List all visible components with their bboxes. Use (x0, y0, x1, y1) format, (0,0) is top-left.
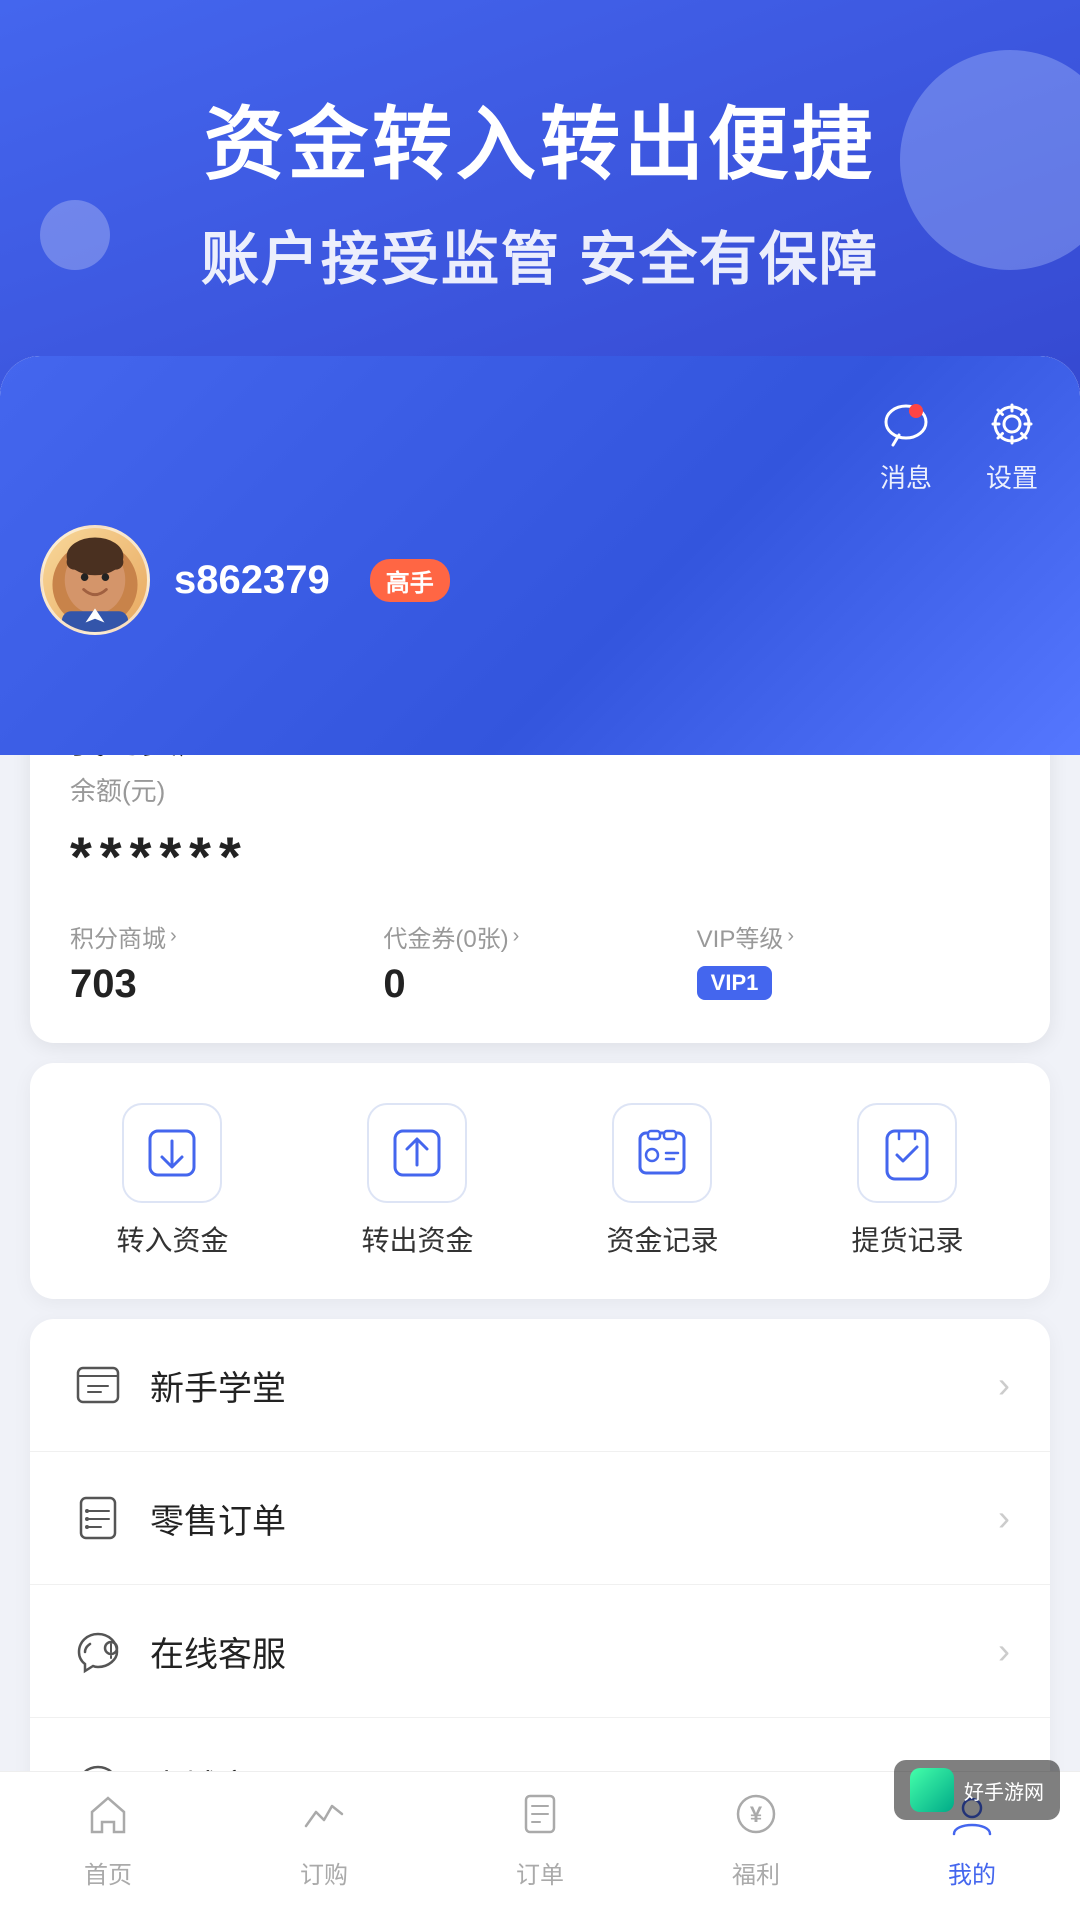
transfer-in-label: 转入资金 (116, 1219, 228, 1259)
vip-stat[interactable]: VIP等级 › VIP1 (697, 919, 1010, 1007)
nav-subscribe[interactable]: 订购 (216, 1792, 432, 1890)
profile-top-icons: 消息 设置 (40, 396, 1040, 495)
watermark: 好手游网 (894, 1760, 1060, 1820)
welfare-icon: ¥ (734, 1792, 778, 1847)
menu-item-retail-order[interactable]: 零售订单 › (30, 1452, 1050, 1585)
menu-item-beginner[interactable]: 新手学堂 › (30, 1319, 1050, 1452)
avatar (40, 525, 150, 635)
subscribe-icon (302, 1792, 346, 1847)
message-label: 消息 (880, 458, 932, 495)
settings-button[interactable]: 设置 (984, 396, 1040, 495)
settings-label: 设置 (986, 458, 1038, 495)
message-icon (878, 396, 934, 452)
nav-home[interactable]: 首页 (0, 1792, 216, 1890)
app-wrapper: 资金转入转出便捷 账户接受监管 安全有保障 消息 (0, 0, 1080, 1920)
retail-order-chevron-icon: › (998, 1497, 1010, 1539)
points-stat[interactable]: 积分商城 › 703 (70, 919, 383, 1007)
retail-order-icon (70, 1490, 126, 1546)
scroll-area[interactable]: 我的资产 余额(元) ****** 积分商城 › 703 代金券(0张) (0, 755, 1080, 1771)
watermark-icon (910, 1768, 954, 1812)
voucher-label: 代金券(0张) › (383, 919, 696, 954)
asset-stats: 积分商城 › 703 代金券(0张) › 0 V (70, 919, 1010, 1007)
voucher-stat[interactable]: 代金券(0张) › 0 (383, 919, 696, 1007)
voucher-value: 0 (383, 962, 696, 1007)
main-card: 消息 设置 (0, 356, 1080, 1920)
voucher-chevron-icon: › (513, 925, 520, 948)
beginner-chevron-icon: › (998, 1364, 1010, 1406)
vip-label: VIP等级 › (697, 919, 1010, 954)
asset-card: 我的资产 余额(元) ****** 积分商城 › 703 代金券(0张) (30, 755, 1050, 1043)
actions-grid: 转入资金 转出资金 (50, 1103, 1030, 1259)
header-area: 资金转入转出便捷 账户接受监管 安全有保障 (0, 0, 1080, 336)
nav-orders[interactable]: 订单 (432, 1792, 648, 1890)
points-value: 703 (70, 962, 383, 1007)
action-pickup-records[interactable]: 提货记录 (851, 1103, 963, 1259)
action-transfer-in[interactable]: 转入资金 (116, 1103, 228, 1259)
transfer-out-label: 转出资金 (361, 1219, 473, 1259)
orders-icon (518, 1792, 562, 1847)
points-chevron-icon: › (170, 925, 177, 948)
home-icon (86, 1792, 130, 1847)
user-badge: 高手 (370, 559, 450, 602)
nav-welfare[interactable]: ¥ 福利 (648, 1792, 864, 1890)
action-transfer-out[interactable]: 转出资金 (361, 1103, 473, 1259)
menu-item-customer-service[interactable]: 在线客服 › (30, 1585, 1050, 1718)
asset-amount: ****** (70, 824, 1010, 889)
customer-service-label: 在线客服 (150, 1627, 998, 1676)
header-title-1: 资金转入转出便捷 (60, 80, 1020, 196)
beginner-label: 新手学堂 (150, 1361, 998, 1410)
menu-card: 新手学堂 › 零售订单 › (30, 1319, 1050, 1771)
nav-subscribe-label: 订购 (300, 1855, 348, 1890)
message-button[interactable]: 消息 (878, 396, 934, 495)
nav-mine-label: 我的 (948, 1855, 996, 1890)
transfer-in-icon (122, 1103, 222, 1203)
points-label: 积分商城 › (70, 919, 383, 954)
beginner-icon (70, 1357, 126, 1413)
actions-card: 转入资金 转出资金 (30, 1063, 1050, 1299)
settings-icon (984, 396, 1040, 452)
nav-home-label: 首页 (84, 1855, 132, 1890)
svg-text:¥: ¥ (750, 1802, 763, 1827)
pickup-records-icon (857, 1103, 957, 1203)
pickup-records-label: 提货记录 (851, 1219, 963, 1259)
transfer-out-icon (367, 1103, 467, 1203)
watermark-text: 好手游网 (964, 1776, 1044, 1805)
header-title-2: 账户接受监管 安全有保障 (60, 212, 1020, 296)
fund-records-label: 资金记录 (606, 1219, 718, 1259)
customer-service-chevron-icon: › (998, 1630, 1010, 1672)
customer-service-icon (70, 1623, 126, 1679)
asset-subtitle: 余额(元) (70, 771, 1010, 808)
vip-chevron-icon: › (787, 925, 794, 948)
retail-order-label: 零售订单 (150, 1494, 998, 1543)
asset-title: 我的资产 (70, 755, 1010, 763)
vip-badge: VIP1 (697, 966, 773, 1000)
shop-service-label: 商城客服 (150, 1760, 998, 1772)
profile-section: 消息 设置 (0, 356, 1080, 755)
action-fund-records[interactable]: 资金记录 (606, 1103, 718, 1259)
username: s862379 (174, 558, 330, 603)
profile-user-row: s862379 高手 (40, 525, 1040, 635)
nav-welfare-label: 福利 (732, 1855, 780, 1890)
fund-records-icon (612, 1103, 712, 1203)
nav-orders-label: 订单 (516, 1855, 564, 1890)
shop-service-icon (70, 1756, 126, 1771)
